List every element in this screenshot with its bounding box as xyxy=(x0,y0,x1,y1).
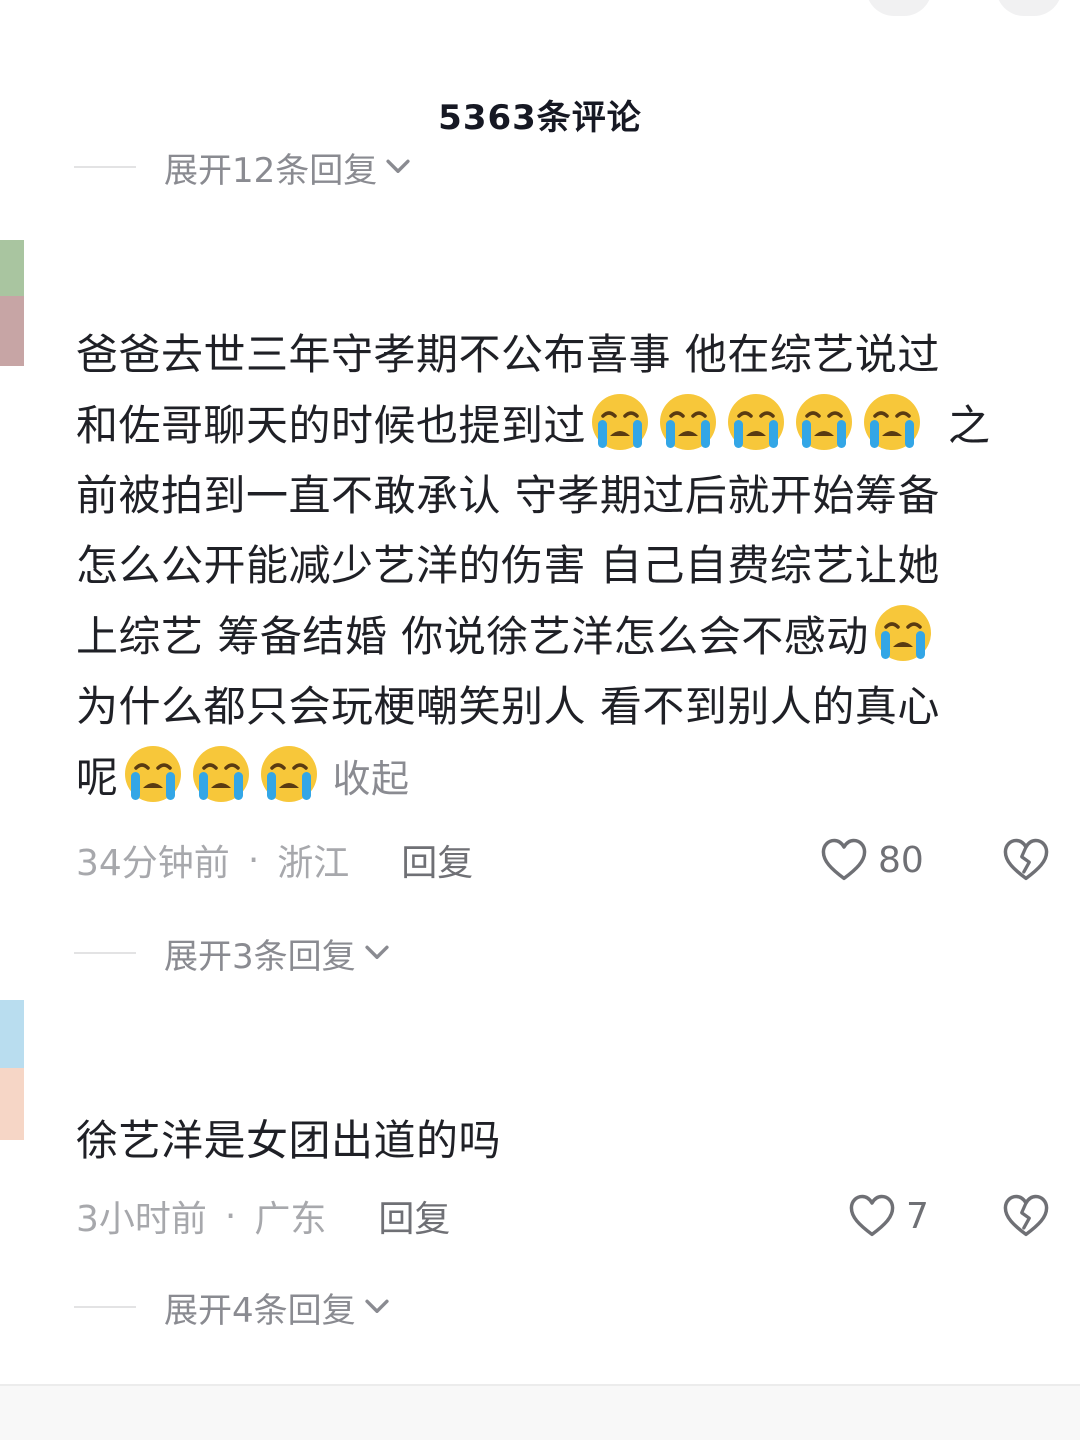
comment-line: 怎么公开能减少艺洋的伤害 自己自费综艺让她 xyxy=(76,541,940,590)
crying-face-emoji-icon xyxy=(660,394,717,450)
broken-heart-icon xyxy=(1003,838,1049,881)
comment-time: 3小时前 xyxy=(76,1199,207,1240)
crying-face-emoji-icon xyxy=(864,394,921,450)
meta-separator: · xyxy=(247,839,260,881)
crying-face-emoji-icon xyxy=(260,746,317,802)
dislike-button[interactable] xyxy=(1000,830,1052,890)
expand-divider-line xyxy=(74,952,136,954)
top-round-button-right[interactable] xyxy=(996,0,1062,16)
comment-location: 浙江 xyxy=(277,843,350,884)
like-button[interactable]: 7 xyxy=(846,1186,929,1246)
crying-face-emoji-icon xyxy=(592,394,649,450)
comment-text: 徐艺洋是女团出道的吗 xyxy=(76,1106,1056,1176)
avatar[interactable] xyxy=(0,1000,24,1140)
like-count: 7 xyxy=(906,1195,929,1237)
collapse-link[interactable]: 收起 xyxy=(333,757,410,801)
broken-heart-icon xyxy=(1003,1194,1049,1237)
expand-replies-button[interactable]: 展开3条回复 xyxy=(74,928,394,978)
avatar[interactable] xyxy=(0,240,24,366)
comment-line: 为什么都只会玩梗嘲笑别人 看不到别人的真心 xyxy=(76,682,940,731)
heart-icon xyxy=(849,1194,895,1237)
crying-face-emoji-icon xyxy=(728,394,785,450)
dislike-button[interactable] xyxy=(1000,1186,1052,1246)
chevron-down-icon xyxy=(386,159,410,173)
comment-count-title: 5363条评论 xyxy=(438,98,642,138)
expand-replies-label: 展开4条回复 xyxy=(164,1290,356,1331)
comment-meta: 3小时前 · 广东 回复 xyxy=(76,1186,450,1246)
chevron-down-icon xyxy=(365,1299,389,1313)
comment-line: 呢收起 xyxy=(76,742,1056,814)
crying-face-emoji-icon xyxy=(124,746,181,802)
expand-replies-button[interactable]: 展开4条回复 xyxy=(74,1282,394,1332)
chevron-down-icon xyxy=(365,945,389,959)
crying-face-emoji-icon xyxy=(796,394,853,450)
reply-button[interactable]: 回复 xyxy=(401,834,473,886)
crying-face-emoji-icon xyxy=(874,605,931,661)
expand-divider-line xyxy=(74,1306,136,1308)
like-count: 80 xyxy=(878,839,924,881)
comment-line: 前被拍到一直不敢承认 守孝期过后就开始筹备 xyxy=(76,471,940,520)
comment-line: 上综艺 筹备结婚 你说徐艺洋怎么会不感动 xyxy=(76,601,1056,672)
expand-divider-line xyxy=(74,166,136,168)
comment-meta: 34分钟前 · 浙江 回复 xyxy=(76,830,473,890)
reply-button[interactable]: 回复 xyxy=(378,1190,450,1242)
heart-icon xyxy=(821,838,867,881)
top-cut-region xyxy=(0,0,1080,18)
crying-face-emoji-icon xyxy=(192,746,249,802)
expand-replies-label: 展开12条回复 xyxy=(164,150,378,191)
expand-replies-button[interactable]: 展开12条回复 xyxy=(74,142,415,192)
top-round-button-left[interactable] xyxy=(866,0,932,16)
meta-separator: · xyxy=(224,1195,237,1237)
expand-replies-label: 展开3条回复 xyxy=(164,936,356,977)
comment-text: 爸爸去世三年守孝期不公布喜事 他在综艺说过 和佐哥聊天的时候也提到过之 前被拍到… xyxy=(76,320,1056,814)
comment-line: 徐艺洋是女团出道的吗 xyxy=(76,1116,502,1165)
bottom-input-bar[interactable] xyxy=(0,1386,1080,1440)
comment-line: 和佐哥聊天的时候也提到过之 xyxy=(76,390,1056,461)
comment-time: 34分钟前 xyxy=(76,843,230,884)
comment-location: 广东 xyxy=(254,1199,327,1240)
like-button[interactable]: 80 xyxy=(818,830,924,890)
comment-line: 爸爸去世三年守孝期不公布喜事 他在综艺说过 xyxy=(76,330,940,379)
